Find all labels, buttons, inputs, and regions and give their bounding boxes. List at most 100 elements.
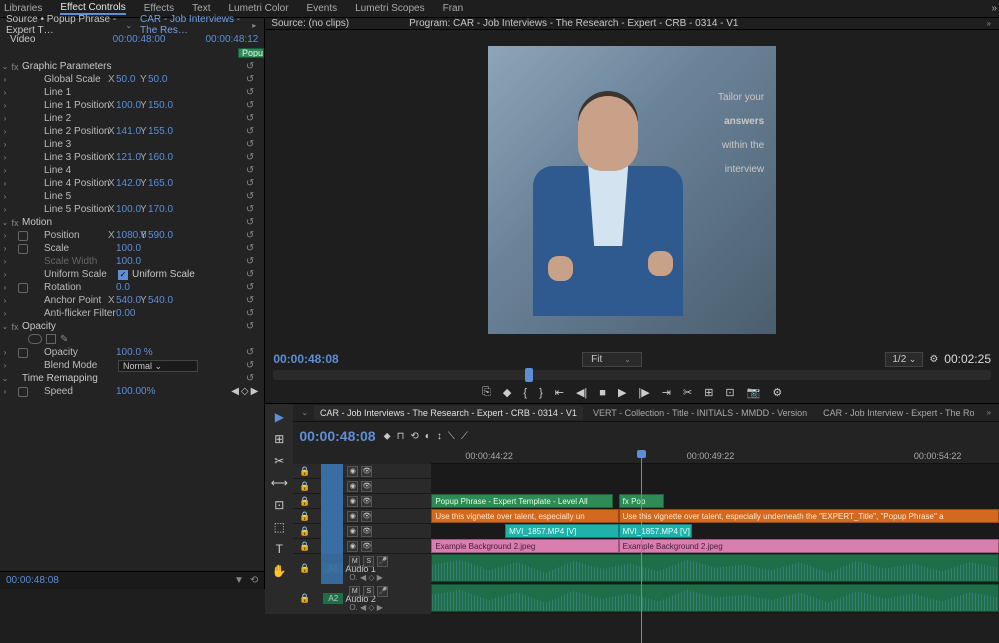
reset-icon[interactable]: ↺ <box>246 165 254 176</box>
filter-icon[interactable]: ▼ <box>234 575 244 586</box>
reset-icon[interactable]: ↺ <box>246 321 254 332</box>
mini-clip[interactable]: Popup Phrase - Expert Template - Level A… <box>238 48 264 58</box>
property-row[interactable]: ›Rotation0.0↺ <box>0 281 264 294</box>
property-row[interactable]: ›Global ScaleX50.0Y50.0↺ <box>0 73 264 86</box>
resolution-select[interactable]: 1/2 ⌄ <box>885 352 923 367</box>
mute-toggle[interactable]: ◉ <box>347 526 358 537</box>
overflow-icon[interactable]: » <box>985 19 993 28</box>
property-row[interactable]: ›Scale100.0↺ <box>0 242 264 255</box>
reset-icon[interactable]: ↺ <box>246 204 254 215</box>
keyframe-toggle[interactable] <box>18 283 28 293</box>
reset-icon[interactable]: ↺ <box>246 126 254 137</box>
tl-option-icon[interactable]: ↕ <box>437 431 442 442</box>
transport-button-2[interactable]: { <box>523 387 527 399</box>
transport-button-5[interactable]: ◀| <box>576 386 587 399</box>
property-row[interactable]: ›Line 4 PositionX142.0Y165.0↺ <box>0 177 264 190</box>
reset-icon[interactable]: ↺ <box>246 113 254 124</box>
checkbox[interactable]: ✓ <box>118 270 128 280</box>
transport-button-8[interactable]: |▶ <box>638 386 649 399</box>
track-body[interactable] <box>431 464 999 478</box>
reset-icon[interactable]: ↺ <box>246 282 254 293</box>
property-row[interactable]: ›Line 1↺ <box>0 86 264 99</box>
track-body[interactable] <box>431 554 999 584</box>
tab-effects[interactable]: Effects <box>144 3 174 14</box>
reset-icon[interactable]: ↺ <box>246 178 254 189</box>
eye-toggle[interactable]: 👁 <box>361 481 372 492</box>
property-row[interactable]: ›Line 3 PositionX121.0Y160.0↺ <box>0 151 264 164</box>
audio-clip[interactable] <box>431 584 999 612</box>
transport-button-10[interactable]: ✂ <box>683 386 692 399</box>
effect-group[interactable]: ⌄fxOpacity↺ <box>0 320 264 333</box>
clip[interactable]: Use this vignette over talent, especiall… <box>431 509 618 523</box>
tab-text[interactable]: Text <box>192 3 210 14</box>
transport-button-13[interactable]: 📷 <box>747 386 761 399</box>
keyframe-nav[interactable]: ◀◇▶ <box>231 386 258 397</box>
clip[interactable]: Use this vignette over talent, especiall… <box>619 509 999 523</box>
voice-icon[interactable]: 🎤 <box>377 556 388 567</box>
tl-option-icon[interactable]: ⟲ <box>410 431 418 442</box>
blend-select[interactable]: Normal ⌄ <box>118 360 198 372</box>
playhead[interactable] <box>641 450 642 643</box>
lock-icon[interactable]: 🔒 <box>299 593 310 604</box>
reset-icon[interactable]: ↺ <box>246 360 254 371</box>
tool-0[interactable]: ▶ <box>275 410 284 424</box>
zoom-fit-select[interactable]: Fit⌄ <box>582 352 642 367</box>
sequence-tab-0[interactable]: CAR - Job Interviews - The Research - Ex… <box>314 406 583 420</box>
tab-lumetri-color[interactable]: Lumetri Color <box>229 3 289 14</box>
lock-icon[interactable]: 🔒 <box>299 496 310 507</box>
source-panel-tab[interactable]: Source: (no clips) <box>271 18 349 29</box>
property-row[interactable]: ›Line 1 PositionX100.0Y150.0↺ <box>0 99 264 112</box>
lock-icon[interactable]: 🔒 <box>299 541 310 552</box>
effect-group[interactable]: ⌄Time Remapping↺ <box>0 372 264 385</box>
settings-icon[interactable]: ⚙ <box>929 354 938 365</box>
clip[interactable]: MVI_1857.MP4 [V] <box>619 524 693 538</box>
scrub-playhead[interactable] <box>525 368 533 382</box>
sequence-tab-1[interactable]: VERT - Collection - Title - INITIALS - M… <box>587 406 813 420</box>
play-only-icon[interactable]: ▸ <box>250 21 258 30</box>
reset-icon[interactable]: ↺ <box>246 347 254 358</box>
reset-icon[interactable]: ↺ <box>246 373 254 384</box>
mute-toggle[interactable]: ◉ <box>347 496 358 507</box>
tool-4[interactable]: ⊡ <box>274 498 284 512</box>
program-panel-tab[interactable]: Program: CAR - Job Interviews - The Rese… <box>409 18 738 29</box>
property-row[interactable]: ›Line 2 PositionX141.0Y155.0↺ <box>0 125 264 138</box>
zoom-icon[interactable]: ⟲ <box>250 575 258 586</box>
tl-option-icon[interactable]: ⬥ <box>384 431 391 442</box>
lock-icon[interactable]: 🔒 <box>299 526 310 537</box>
tool-7[interactable]: ✋ <box>272 564 287 578</box>
property-row[interactable]: ›Line 3↺ <box>0 138 264 151</box>
tab-lumetri-scopes[interactable]: Lumetri Scopes <box>355 3 424 14</box>
clip[interactable]: Popup Phrase - Expert Template - Level A… <box>431 494 613 508</box>
keyframe-toggle[interactable] <box>18 231 28 241</box>
property-row[interactable]: ›Line 5↺ <box>0 190 264 203</box>
property-row[interactable]: ›Blend ModeNormal ⌄↺ <box>0 359 264 372</box>
eye-toggle[interactable]: 👁 <box>361 466 372 477</box>
voice-icon[interactable]: 🎤 <box>377 586 388 597</box>
reset-icon[interactable]: ↺ <box>246 295 254 306</box>
lock-icon[interactable]: 🔒 <box>299 481 310 492</box>
track-label[interactable]: A2 <box>323 593 343 604</box>
property-row[interactable]: ✎ <box>0 333 264 346</box>
tl-option-icon[interactable]: ⟍ <box>448 431 455 442</box>
overflow-icon[interactable]: » <box>985 408 993 417</box>
reset-icon[interactable]: ↺ <box>246 243 254 254</box>
audio-clip[interactable] <box>431 554 999 582</box>
tl-option-icon[interactable]: ⊓ <box>397 431 405 442</box>
timeline-timecode[interactable]: 00:00:48:08 <box>299 428 375 444</box>
keyframe-toggle[interactable] <box>18 244 28 254</box>
eye-toggle[interactable]: 👁 <box>361 526 372 537</box>
mute-toggle[interactable]: ◉ <box>347 466 358 477</box>
transport-button-7[interactable]: ▶ <box>618 386 626 399</box>
tool-2[interactable]: ✂ <box>274 454 284 468</box>
monitor-scrubber[interactable] <box>273 370 991 380</box>
tab-libraries[interactable]: Libraries <box>4 3 42 14</box>
transport-button-3[interactable]: } <box>539 387 543 399</box>
property-row[interactable]: ›Line 5 PositionX100.0Y170.0↺ <box>0 203 264 216</box>
transport-button-6[interactable]: ■ <box>599 387 606 399</box>
reset-icon[interactable]: ↺ <box>246 74 254 85</box>
lock-icon[interactable]: 🔒 <box>299 563 310 574</box>
seq-menu-icon[interactable]: ⌄ <box>299 408 310 417</box>
solo-toggle[interactable]: S <box>363 556 374 567</box>
time-ruler[interactable]: 00:00:44:22 00:00:49:22 00:00:54:22 <box>431 450 999 464</box>
property-row[interactable]: ›Line 2↺ <box>0 112 264 125</box>
